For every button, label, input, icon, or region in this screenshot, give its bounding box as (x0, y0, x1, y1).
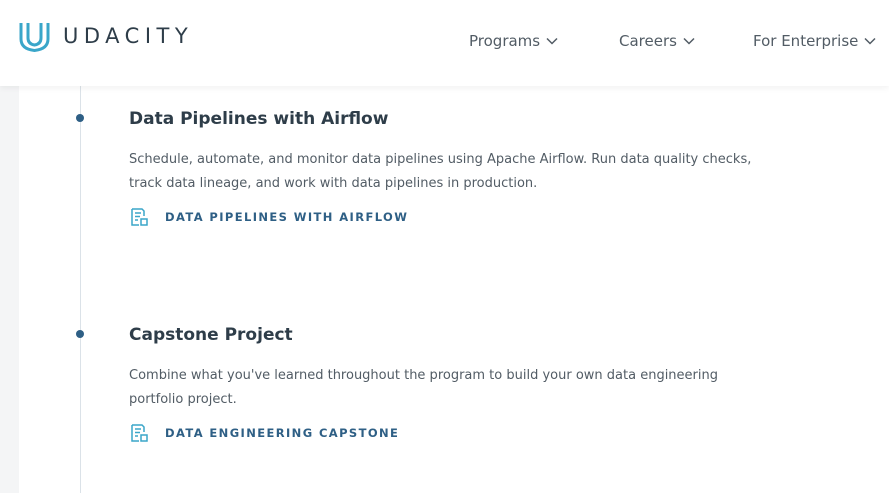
lesson-icon (131, 208, 148, 226)
module-lesson-link[interactable]: DATA ENGINEERING CAPSTONE (129, 422, 769, 444)
timeline-dot (76, 114, 84, 122)
top-navbar: UDACITY Programs Careers For Enterprise (0, 0, 889, 86)
nav-for-enterprise[interactable]: For Enterprise (753, 31, 876, 51)
module-description: Combine what you've learned throughout t… (129, 368, 718, 407)
syllabus-content: Data Pipelines with Airflow Schedule, au… (19, 86, 889, 493)
nav-careers-label: Careers (619, 32, 677, 50)
module-lesson-link-label: DATA PIPELINES WITH AIRFLOW (165, 210, 409, 224)
module-description: Schedule, automate, and monitor data pip… (129, 152, 752, 191)
module-lesson-link[interactable]: DATA PIPELINES WITH AIRFLOW (129, 206, 769, 228)
nav-for-enterprise-label: For Enterprise (753, 32, 859, 50)
udacity-u-logo-icon (19, 23, 50, 52)
module-title: Capstone Project (129, 325, 293, 345)
chevron-down-icon (683, 37, 695, 45)
timeline-line (80, 86, 81, 493)
syllabus-module: Capstone Project Combine what you've lea… (129, 324, 769, 444)
chevron-down-icon (864, 37, 876, 45)
chevron-down-icon (546, 37, 558, 45)
module-lesson-link-label: DATA ENGINEERING CAPSTONE (165, 426, 400, 440)
timeline-dot (76, 330, 84, 338)
nav-careers[interactable]: Careers (619, 31, 695, 51)
udacity-logo[interactable]: UDACITY (19, 20, 193, 52)
syllabus-module: Data Pipelines with Airflow Schedule, au… (129, 108, 769, 228)
lesson-icon (131, 424, 148, 442)
nav-programs-label: Programs (469, 32, 541, 50)
module-title: Data Pipelines with Airflow (129, 109, 389, 129)
brand-name: UDACITY (63, 23, 194, 48)
nav-programs[interactable]: Programs (469, 31, 558, 51)
